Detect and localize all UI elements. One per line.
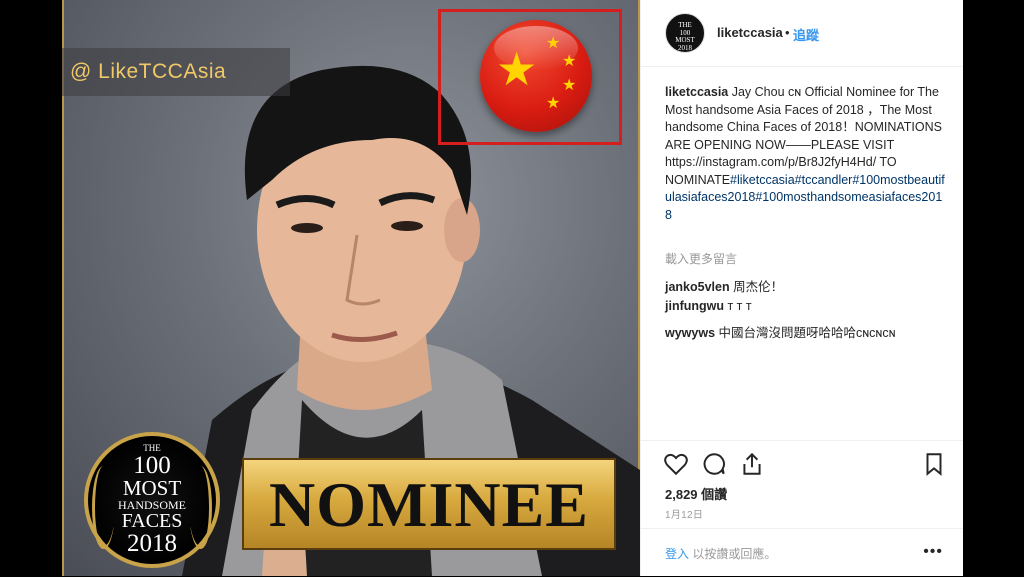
highlight-box: ★ ★ ★ ★ ★ — [438, 9, 622, 145]
comment-username[interactable]: janko5vlen — [665, 280, 730, 294]
comment-username[interactable]: jinfungwu — [665, 299, 724, 313]
big-star-icon: ★ — [496, 43, 538, 95]
heart-icon[interactable] — [663, 451, 689, 477]
comment-username[interactable]: wywyws — [665, 326, 715, 340]
comment: wywyws 中國台灣沒問題呀哈哈哈ᴄɴᴄɴᴄɴ — [665, 322, 895, 341]
avatar[interactable]: THE 100 MOST 2018 — [665, 13, 705, 53]
more-options-icon[interactable]: ••• — [923, 543, 943, 561]
small-star-icon: ★ — [546, 95, 561, 112]
watermark-box: @ LikeTCCAsia — [62, 48, 290, 96]
login-prompt-text: 以按讚或回應。 — [689, 547, 777, 561]
small-star-icon: ★ — [562, 53, 577, 70]
badge-line: 100 — [133, 452, 171, 479]
like-count[interactable]: 2,829 個讚 — [665, 484, 727, 503]
badge-text: THE 100 MOST HANDSOME FACES 2018 — [88, 444, 216, 557]
post-date[interactable]: 1月12日 — [665, 506, 703, 521]
login-link[interactable]: 登入 — [665, 547, 689, 561]
post-sidebar: THE 100 MOST 2018 liketccasia • 追蹤 liket… — [640, 0, 963, 576]
bookmark-icon[interactable] — [921, 451, 947, 477]
nominee-label: NOMINEE — [269, 469, 589, 540]
header-username[interactable]: liketccasia — [717, 25, 783, 40]
caption-username[interactable]: liketccasia — [665, 85, 728, 99]
header-separator: • — [785, 25, 790, 40]
badge-line: MOST — [122, 476, 182, 500]
avatar-text: THE 100 MOST 2018 — [666, 21, 704, 53]
comment: jinfungwu ᴛ󠄀 ᴛ󠄀 ᴛ󠄀 — [665, 299, 752, 313]
follow-button[interactable]: 追蹤 — [793, 25, 819, 44]
watermark-handle: @ LikeTCCAsia — [70, 60, 227, 83]
caption-text: Jay Chou ᴄɴ Official Nominee for The Mos… — [665, 85, 942, 187]
comment: janko5vlen 周杰伦！ — [665, 276, 783, 295]
comment-icon[interactable] — [701, 451, 727, 477]
award-badge: THE 100 MOST HANDSOME FACES 2018 — [84, 432, 220, 568]
login-prompt: 登入 以按讚或回應。 — [665, 545, 776, 562]
post-header: THE 100 MOST 2018 liketccasia • 追蹤 — [641, 0, 963, 67]
nominee-banner: NOMINEE — [242, 458, 616, 550]
post-caption: liketccasia Jay Chou ᴄɴ Official Nominee… — [665, 84, 945, 224]
badge-line: FACES — [121, 510, 183, 532]
comment-text: 中國台灣沒問題呀哈哈哈ᴄɴᴄɴᴄɴ — [715, 326, 896, 340]
post-image[interactable]: @ LikeTCCAsia ★ ★ ★ ★ ★ THE 100 MOST HAN… — [62, 0, 640, 576]
small-star-icon: ★ — [546, 35, 561, 52]
post-dialog: @ LikeTCCAsia ★ ★ ★ ★ ★ THE 100 MOST HAN… — [62, 0, 963, 576]
comment-text: 周杰伦！ — [729, 280, 784, 294]
load-more-comments[interactable]: 載入更多留言 — [665, 250, 737, 267]
share-icon[interactable] — [739, 451, 765, 477]
small-star-icon: ★ — [562, 77, 577, 94]
comment-text: ᴛ󠄀 ᴛ󠄀 ᴛ󠄀 — [724, 299, 752, 313]
avatar-line: 2018 — [678, 44, 692, 53]
china-flag-icon: ★ ★ ★ ★ ★ — [480, 20, 592, 132]
comment-footer: 登入 以按讚或回應。 ••• — [641, 528, 963, 577]
badge-line: 2018 — [127, 530, 177, 557]
